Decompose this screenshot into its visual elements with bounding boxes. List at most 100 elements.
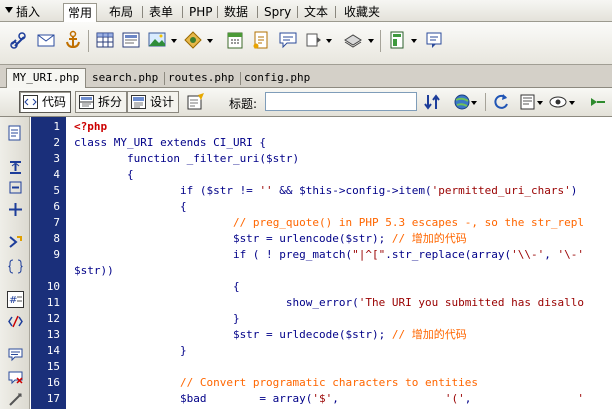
open-documents-icon[interactable] xyxy=(7,125,24,142)
head-dropdown-icon[interactable] xyxy=(326,39,332,43)
tab-separator xyxy=(297,6,298,18)
code-line[interactable]: $str = urldecode($str); // 增加的代码 xyxy=(74,327,467,343)
line-number: 3 xyxy=(53,152,60,165)
remove-comment-icon[interactable] xyxy=(7,369,24,386)
document-tabs: MY_URI.php search.php routes.php config.… xyxy=(0,65,612,89)
toolbar-separator xyxy=(380,30,381,52)
templates-dropdown-icon[interactable] xyxy=(411,39,417,43)
doc-tab[interactable]: routes.php xyxy=(162,69,242,88)
refresh-icon[interactable] xyxy=(491,92,511,112)
live-view-icon[interactable] xyxy=(186,92,206,112)
code-line[interactable]: $str)) xyxy=(74,263,114,279)
visual-aids-icon[interactable] xyxy=(548,92,568,112)
tab-separator xyxy=(182,6,183,18)
title-input[interactable] xyxy=(265,92,417,111)
svg-text:#: # xyxy=(9,295,17,306)
code-line[interactable]: <?php xyxy=(74,119,107,135)
templates-icon[interactable] xyxy=(387,29,409,51)
media-icon[interactable] xyxy=(182,29,204,51)
tab-common[interactable]: 常用 xyxy=(63,3,98,22)
tag-chooser-icon[interactable] xyxy=(423,29,445,51)
script-icon[interactable] xyxy=(342,29,364,51)
code-line[interactable]: $str = urlencode($str); // 增加的代码 xyxy=(74,231,467,247)
wrap-tag-icon[interactable] xyxy=(7,391,24,408)
code-line[interactable]: } xyxy=(74,311,240,327)
image-icon[interactable] xyxy=(146,29,168,51)
expand-all-icon[interactable] xyxy=(7,201,24,218)
code-line[interactable]: class MY_URI extends CI_URI { xyxy=(74,135,266,151)
split-view-button[interactable]: 拆分 xyxy=(75,91,128,113)
balance-braces-icon[interactable] xyxy=(7,258,24,275)
table-icon[interactable] xyxy=(94,29,116,51)
collapse-full-tag-icon[interactable] xyxy=(7,159,24,176)
tab-separator xyxy=(335,6,336,18)
code-line[interactable]: { xyxy=(74,279,240,295)
code-line[interactable]: // Convert programatic characters to ent… xyxy=(74,375,478,391)
select-parent-tag-icon[interactable] xyxy=(7,233,24,250)
line-number: 12 xyxy=(46,312,60,325)
apply-comment-icon[interactable] xyxy=(7,346,24,363)
line-numbers-icon[interactable]: # xyxy=(7,291,24,308)
code-line[interactable]: { xyxy=(74,167,134,183)
collapse-selection-icon[interactable] xyxy=(7,179,24,196)
insert-bar-tabs: 插入 常用 布局 表单 PHP 数据 Spry 文本 收藏夹 xyxy=(0,0,612,22)
preview-dropdown-icon[interactable] xyxy=(471,101,477,105)
tab-layout[interactable]: 布局 xyxy=(105,3,137,22)
line-number: 1 xyxy=(53,120,60,133)
line-number: 15 xyxy=(46,360,60,373)
doc-tab[interactable]: search.php xyxy=(86,69,166,88)
document-toolbar: 代码 拆分 设计 标题: xyxy=(0,88,612,117)
code-area[interactable]: <?php class MY_URI extends CI_URI { funct… xyxy=(66,117,612,409)
named-anchor-icon[interactable] xyxy=(62,29,84,51)
code-line[interactable]: if ($str != '' && $this->config->item('p… xyxy=(74,183,577,199)
file-management-icon[interactable] xyxy=(423,92,443,112)
design-view-button[interactable]: 设计 xyxy=(127,91,180,113)
view-options-dropdown-icon[interactable] xyxy=(537,101,543,105)
hyperlink-icon[interactable] xyxy=(7,29,29,51)
code-line[interactable]: show_error('The URI you submitted has di… xyxy=(74,295,584,311)
tab-separator xyxy=(257,6,258,18)
tab-forms[interactable]: 表单 xyxy=(145,3,177,22)
line-number: 11 xyxy=(46,296,60,309)
code-editor[interactable]: # 1 2 3 4 5 6 7 8 9 10 11 12 13 14 15 16 17 <?php class M… xyxy=(0,117,612,409)
code-line[interactable]: function _filter_uri($str) xyxy=(74,151,299,167)
doc-tab[interactable]: config.php xyxy=(238,69,316,88)
doc-tab-label: search.php xyxy=(92,71,159,84)
tab-spry[interactable]: Spry xyxy=(260,3,295,22)
code-line[interactable]: if ( ! preg_match("|^[".str_replace(arra… xyxy=(74,247,584,263)
code-line[interactable]: // preg_quote() in PHP 5.3 escapes -, so… xyxy=(74,215,584,231)
toolbar-separator xyxy=(88,30,89,52)
tab-favorites[interactable]: 收藏夹 xyxy=(340,3,384,22)
line-number: 9 xyxy=(53,248,60,261)
head-icon[interactable] xyxy=(302,29,324,51)
tab-insert[interactable]: 插入 xyxy=(12,3,44,22)
tab-php[interactable]: PHP xyxy=(185,3,217,22)
div-icon[interactable] xyxy=(120,29,142,51)
validate-markup-icon[interactable] xyxy=(588,92,608,112)
code-view-button[interactable]: 代码 xyxy=(19,91,72,113)
server-side-include-icon[interactable] xyxy=(250,29,272,51)
view-options-icon[interactable] xyxy=(518,92,538,112)
tab-text[interactable]: 文本 xyxy=(300,3,332,22)
doc-tab-label: routes.php xyxy=(168,71,235,84)
split-view-icon xyxy=(79,95,94,109)
title-label: 标题: xyxy=(229,97,258,111)
doc-tab-active[interactable]: MY_URI.php xyxy=(6,68,87,89)
tab-data[interactable]: 数据 xyxy=(220,3,252,22)
image-dropdown-icon[interactable] xyxy=(171,39,177,43)
code-line[interactable]: } xyxy=(74,343,187,359)
date-icon[interactable] xyxy=(224,29,246,51)
line-number-gutter: 1 2 3 4 5 6 7 8 9 10 11 12 13 14 15 16 17 xyxy=(31,117,66,409)
script-dropdown-icon[interactable] xyxy=(368,39,374,43)
coding-toolbar: # xyxy=(0,117,30,409)
code-line[interactable]: { xyxy=(74,199,187,215)
media-dropdown-icon[interactable] xyxy=(207,39,213,43)
line-number: 6 xyxy=(53,200,60,213)
preview-browser-icon[interactable] xyxy=(452,92,472,112)
code-line[interactable]: $bad = array('$', '(', ' xyxy=(74,391,584,407)
design-view-icon xyxy=(131,95,146,109)
highlight-invalid-code-icon[interactable] xyxy=(7,313,24,330)
comment-icon[interactable] xyxy=(277,29,299,51)
email-link-icon[interactable] xyxy=(35,29,57,51)
visual-aids-dropdown-icon[interactable] xyxy=(569,101,575,105)
